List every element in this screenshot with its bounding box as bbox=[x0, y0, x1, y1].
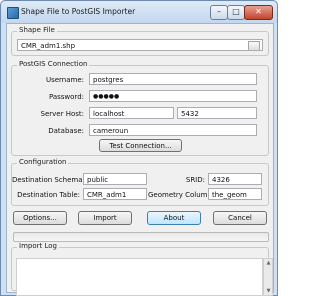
browse-icon[interactable] bbox=[248, 41, 260, 50]
cancel-button[interactable]: Cancel bbox=[213, 211, 267, 225]
srid-label: SRID: bbox=[185, 176, 205, 184]
postgis-connection-legend: PostGIS Connection bbox=[17, 60, 90, 68]
configuration-legend: Configuration bbox=[17, 158, 69, 166]
options-button[interactable]: Options... bbox=[13, 211, 67, 225]
shape-file-group: Shape File CMR_adm1.shp bbox=[11, 26, 269, 56]
import-log-group: Import Log ▲ ▼ bbox=[11, 242, 273, 296]
geometry-column-label: Geometry Column: bbox=[148, 191, 215, 199]
password-input[interactable]: ●●●●● bbox=[89, 90, 257, 102]
port-input[interactable]: 5432 bbox=[177, 107, 257, 119]
close-button[interactable]: ✕ bbox=[244, 5, 273, 20]
database-label: Database: bbox=[48, 127, 84, 135]
geometry-column-input[interactable]: the_geom bbox=[208, 188, 262, 200]
importer-window: Shape File to PostGIS Importer – □ ✕ Sha… bbox=[0, 0, 278, 296]
app-icon bbox=[7, 7, 19, 19]
log-scrollbar[interactable]: ▲ ▼ bbox=[263, 258, 273, 296]
import-button[interactable]: Import bbox=[78, 211, 132, 225]
destination-schema-input[interactable]: public bbox=[83, 173, 147, 185]
username-input[interactable]: postgres bbox=[89, 73, 257, 85]
import-progress-bar bbox=[13, 232, 269, 242]
configuration-group: Configuration Destination Schema: public… bbox=[11, 158, 269, 206]
import-log-legend: Import Log bbox=[17, 242, 59, 250]
title-bar[interactable]: Shape File to PostGIS Importer – □ ✕ bbox=[1, 1, 277, 23]
username-label: Username: bbox=[45, 76, 84, 84]
client-area: Shape File CMR_adm1.shp PostGIS Connecti… bbox=[6, 23, 274, 296]
server-host-label: Server Host: bbox=[40, 110, 84, 118]
shape-file-value: CMR_adm1.shp bbox=[21, 42, 76, 50]
srid-input[interactable]: 4326 bbox=[208, 173, 262, 185]
window-title: Shape File to PostGIS Importer bbox=[21, 7, 136, 16]
test-connection-button[interactable]: Test Connection... bbox=[99, 139, 182, 152]
shape-file-input[interactable]: CMR_adm1.shp bbox=[17, 39, 263, 51]
postgis-connection-group: PostGIS Connection Username: postgres Pa… bbox=[11, 60, 269, 156]
destination-table-input[interactable]: CMR_adm1 bbox=[83, 188, 147, 200]
server-host-input[interactable]: localhost bbox=[89, 107, 174, 119]
minimize-button[interactable]: – bbox=[210, 5, 228, 20]
password-label: Password: bbox=[48, 93, 84, 101]
maximize-button[interactable]: □ bbox=[227, 5, 245, 20]
scroll-down-icon[interactable]: ▼ bbox=[265, 288, 272, 294]
scroll-up-icon[interactable]: ▲ bbox=[265, 260, 272, 266]
import-log-textarea[interactable]: ▲ ▼ bbox=[16, 258, 273, 296]
destination-schema-label: Destination Schema: bbox=[12, 176, 85, 184]
shape-file-legend: Shape File bbox=[17, 26, 57, 34]
about-button[interactable]: About bbox=[147, 211, 201, 225]
database-input[interactable]: cameroun bbox=[89, 124, 257, 136]
destination-table-label: Destination Table: bbox=[17, 191, 80, 199]
